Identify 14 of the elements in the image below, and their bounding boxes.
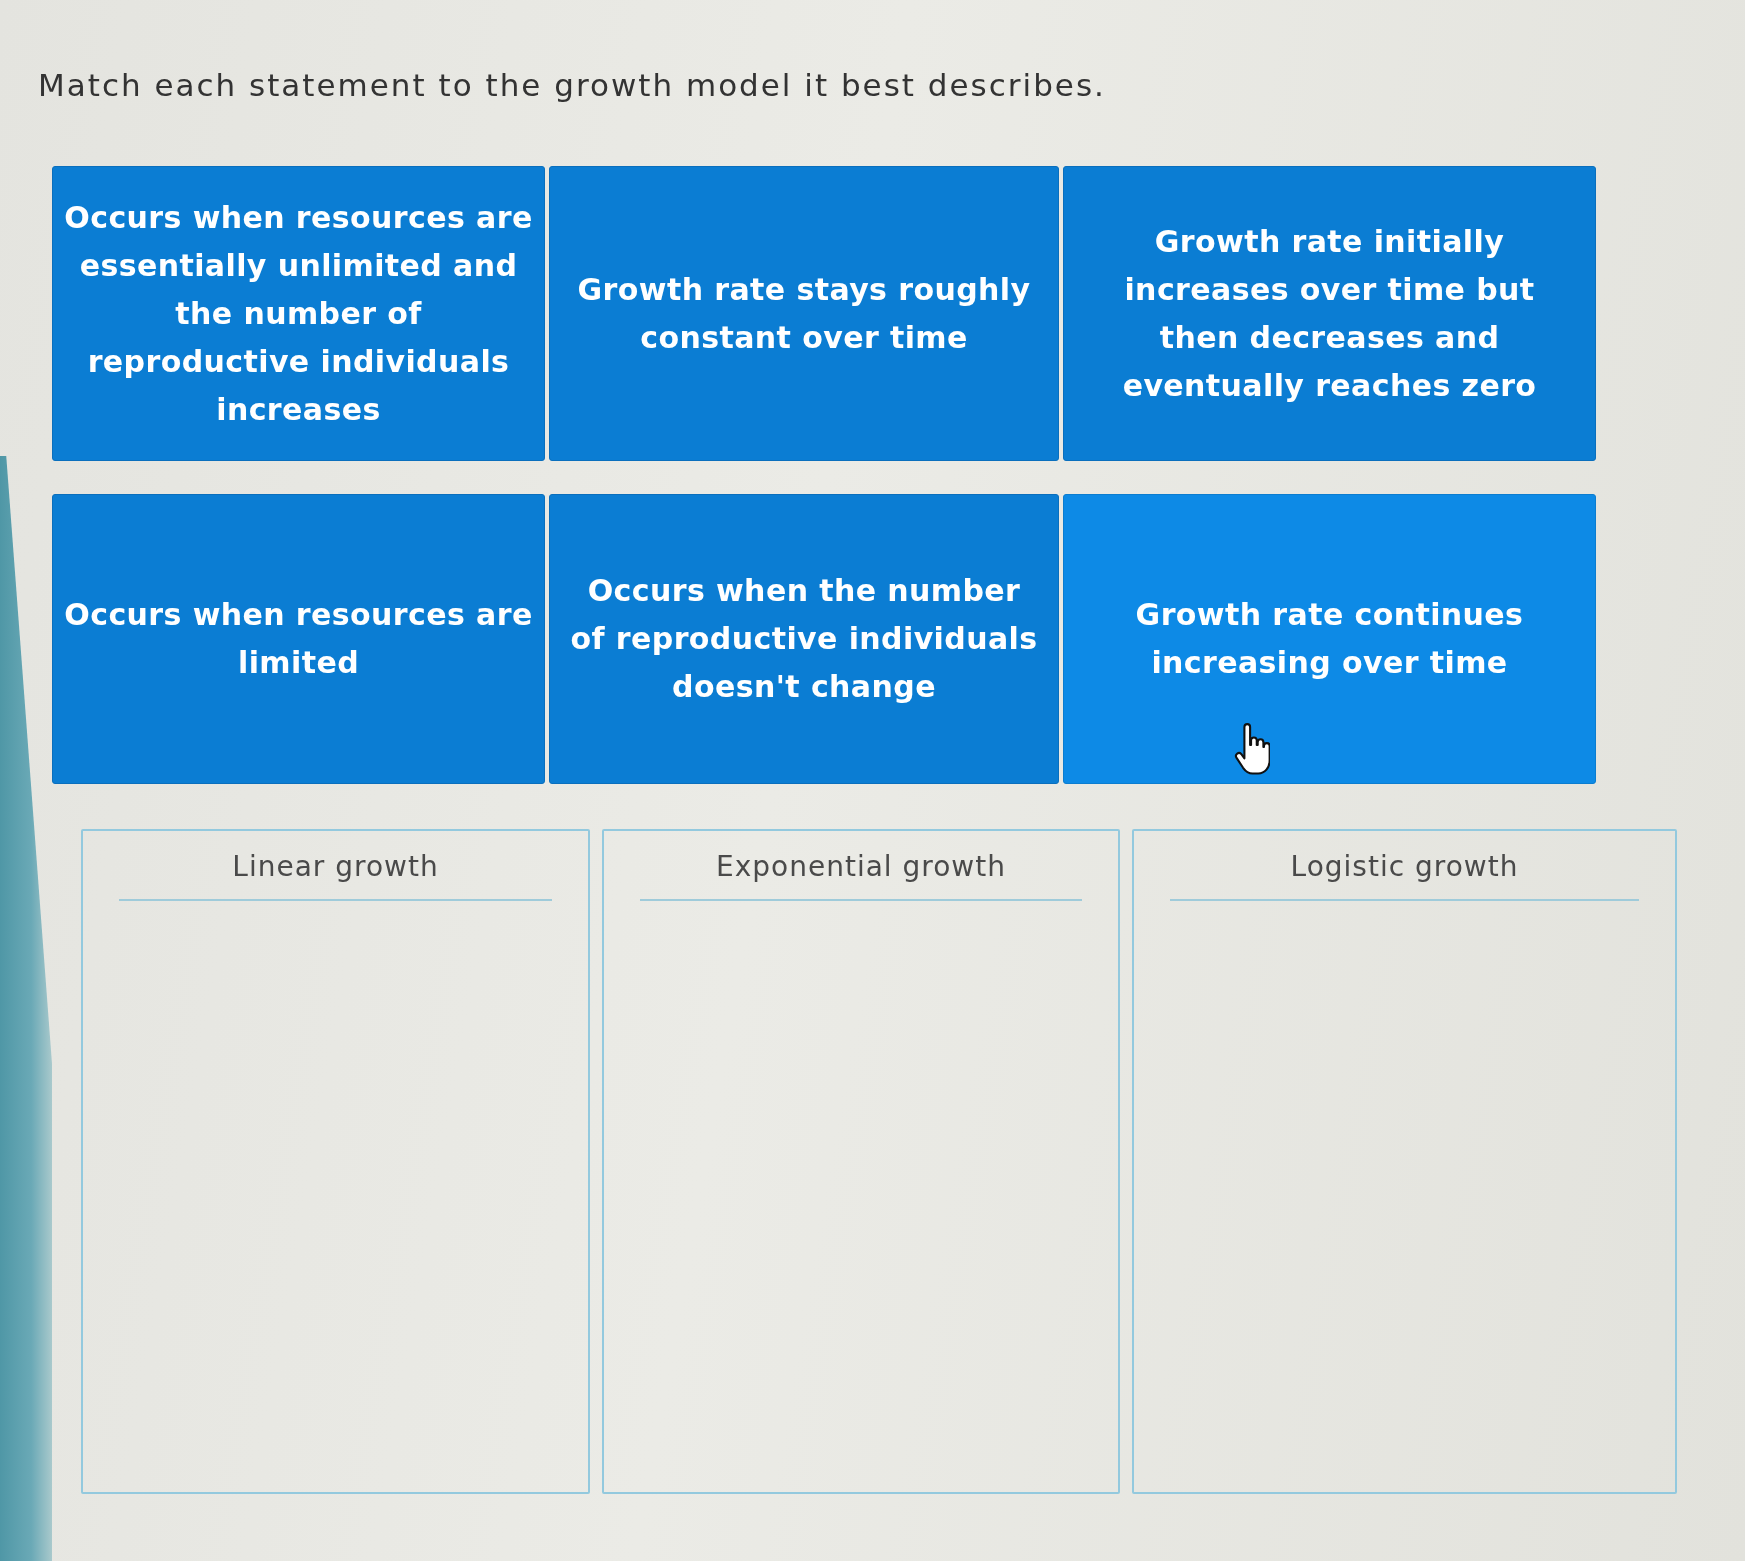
statement-card[interactable]: Growth rate stays roughly constant over time <box>549 166 1059 461</box>
instruction-text: Match each statement to the growth model it best describes. <box>38 66 1106 104</box>
category-heading: Linear growth <box>232 850 439 883</box>
statement-card[interactable]: Occurs when resources are limited <box>52 494 545 784</box>
hand-pointer-icon <box>1233 723 1270 775</box>
category-heading: Exponential growth <box>716 850 1006 883</box>
drop-zone[interactable]: Logistic growth <box>1132 829 1677 1494</box>
statement-card[interactable]: Growth rate initially increases over time but then decreases and eventually reaches zero <box>1063 166 1596 461</box>
drop-zone[interactable]: Linear growth <box>81 829 590 1494</box>
statement-card[interactable]: Occurs when resources are essentially unlimited and the number of reproductive individuals increases <box>52 166 545 461</box>
category-heading: Logistic growth <box>1290 850 1519 883</box>
statement-card[interactable]: Occurs when the number of reproductive individuals doesn't change <box>549 494 1059 784</box>
statement-card[interactable]: Growth rate continues increasing over time <box>1063 494 1596 784</box>
drop-zone[interactable]: Exponential growth <box>602 829 1120 1494</box>
